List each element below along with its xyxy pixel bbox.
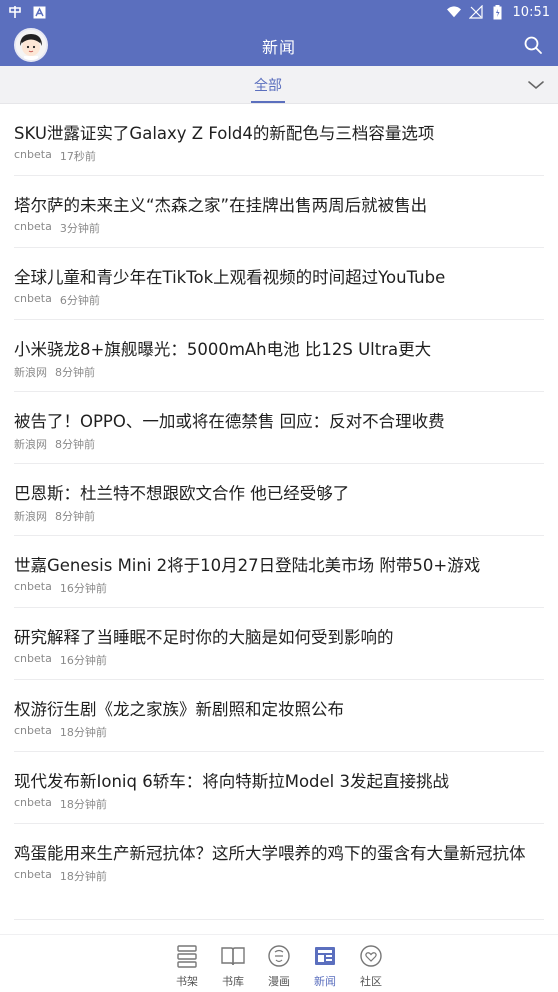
nav-label: 社区	[360, 975, 382, 988]
page-title: 新闻	[261, 38, 296, 57]
news-source: cnbeta	[14, 724, 52, 737]
news-time: 8分钟前	[55, 366, 95, 379]
news-title: 研究解释了当睡眠不足时你的大脑是如何受到影响的	[14, 628, 394, 647]
news-item[interactable]: 全球儿童和青少年在TikTok上观看视频的时间超过YouTube cnbeta …	[14, 248, 544, 320]
newspaper-icon	[315, 947, 335, 965]
tab-active-indicator	[251, 101, 285, 103]
news-meta: cnbeta 18分钟前	[14, 724, 544, 740]
news-list: SKU泄露证实了Galaxy Z Fold4的新配色与三档容量选项 cnbeta…	[0, 104, 558, 920]
app-bar: 新闻	[0, 24, 558, 66]
news-item[interactable]: SKU泄露证实了Galaxy Z Fold4的新配色与三档容量选项 cnbeta…	[14, 104, 544, 176]
bookshelf-icon	[177, 945, 197, 968]
news-title: SKU泄露证实了Galaxy Z Fold4的新配色与三档容量选项	[14, 124, 435, 143]
news-time: 18分钟前	[59, 870, 107, 883]
news-meta: 新浪网 8分钟前	[14, 436, 544, 452]
status-time: 10:51	[512, 4, 550, 20]
news-meta: cnbeta 3分钟前	[14, 220, 544, 236]
news-title: 巴恩斯：杜兰特不想跟欧文合作 他已经受够了	[14, 484, 350, 503]
a-notification-icon	[32, 5, 46, 19]
news-item[interactable]: 权游衍生剧《龙之家族》新剧照和定妆照公布 cnbeta 18分钟前	[14, 680, 544, 752]
nav-label: 书库	[222, 975, 244, 988]
open-book-icon	[221, 947, 245, 966]
expand-categories-button[interactable]	[526, 76, 546, 94]
news-source: cnbeta	[14, 652, 52, 665]
news-time: 16分钟前	[59, 654, 107, 667]
news-time: 3分钟前	[59, 222, 100, 235]
news-time: 8分钟前	[55, 510, 95, 523]
news-source: cnbeta	[14, 868, 52, 881]
nav-item-library[interactable]: 书库	[213, 943, 253, 992]
nav-label: 漫画	[268, 975, 290, 988]
news-title: 现代发布新Ioniq 6轿车：将向特斯拉Model 3发起直接挑战	[14, 772, 450, 791]
chevron-down-icon	[528, 81, 544, 90]
search-icon	[524, 36, 542, 54]
category-tab-strip: 全部	[0, 66, 558, 104]
community-heart-icon	[360, 945, 382, 967]
news-meta: cnbeta 17秒前	[14, 148, 544, 164]
news-item[interactable]: 塔尔萨的未来主义“杰森之家”在挂牌出售两周后就被售出 cnbeta 3分钟前	[14, 176, 544, 248]
app-notification-icon	[8, 5, 22, 19]
news-time: 8分钟前	[55, 438, 95, 451]
news-meta: cnbeta 16分钟前	[14, 580, 544, 596]
news-source: cnbeta	[14, 148, 52, 161]
no-signal-icon	[468, 5, 483, 19]
comic-icon	[268, 945, 290, 967]
nav-item-comic[interactable]: 漫画	[259, 943, 299, 992]
news-item[interactable]: 巴恩斯：杜兰特不想跟欧文合作 他已经受够了 新浪网 8分钟前	[14, 464, 544, 536]
news-source: 新浪网	[14, 366, 47, 379]
news-time: 16分钟前	[59, 582, 107, 595]
news-time: 18分钟前	[59, 726, 107, 739]
news-title: 世嘉Genesis Mini 2将于10月27日登陆北美市场 附带50+游戏	[14, 556, 481, 575]
news-time: 6分钟前	[59, 294, 100, 307]
news-meta: 新浪网 8分钟前	[14, 364, 544, 380]
nav-item-community[interactable]: 社区	[351, 943, 391, 992]
news-item[interactable]: 现代发布新Ioniq 6轿车：将向特斯拉Model 3发起直接挑战 cnbeta…	[14, 752, 544, 824]
news-source: 新浪网	[14, 438, 47, 451]
news-item[interactable]: 研究解释了当睡眠不足时你的大脑是如何受到影响的 cnbeta 16分钟前	[14, 608, 544, 680]
news-source: cnbeta	[14, 220, 52, 233]
news-meta: 新浪网 8分钟前	[14, 508, 544, 524]
news-title: 塔尔萨的未来主义“杰森之家”在挂牌出售两周后就被售出	[14, 196, 428, 215]
news-source: cnbeta	[14, 292, 52, 305]
news-title: 小米骁龙8+旗舰曝光：5000mAh电池 比12S Ultra更大	[14, 340, 432, 359]
news-meta: cnbeta 6分钟前	[14, 292, 544, 308]
news-source: cnbeta	[14, 796, 52, 809]
nav-item-bookshelf[interactable]: 书架	[167, 943, 207, 992]
status-left	[8, 5, 46, 19]
status-bar: 10:51	[0, 0, 558, 24]
news-time: 17秒前	[59, 150, 96, 163]
news-title: 全球儿童和青少年在TikTok上观看视频的时间超过YouTube	[14, 268, 446, 287]
news-meta: cnbeta 16分钟前	[14, 652, 544, 668]
status-right: 10:51	[446, 4, 550, 20]
news-title: 被告了！OPPO、一加或将在德禁售 回应：反对不合理收费	[14, 412, 445, 431]
news-item[interactable]: 世嘉Genesis Mini 2将于10月27日登陆北美市场 附带50+游戏 c…	[14, 536, 544, 608]
news-title: 权游衍生剧《龙之家族》新剧照和定妆照公布	[14, 700, 344, 719]
wifi-icon	[446, 5, 461, 19]
news-time: 18分钟前	[59, 798, 107, 811]
news-item[interactable]: 小米骁龙8+旗舰曝光：5000mAh电池 比12S Ultra更大 新浪网 8分…	[14, 320, 544, 392]
news-source: 新浪网	[14, 510, 47, 523]
news-source: cnbeta	[14, 580, 52, 593]
news-item[interactable]: 被告了！OPPO、一加或将在德禁售 回应：反对不合理收费 新浪网 8分钟前	[14, 392, 544, 464]
nav-label: 新闻	[314, 975, 336, 988]
search-button[interactable]	[522, 34, 544, 56]
nav-item-news[interactable]: 新闻	[305, 943, 345, 992]
battery-charging-icon	[491, 4, 505, 19]
news-title: 鸡蛋能用来生产新冠抗体？这所大学喂养的鸡下的蛋含有大量新冠抗体	[14, 844, 526, 863]
tab-all[interactable]: 全部	[251, 66, 285, 104]
news-meta: cnbeta 18分钟前	[14, 796, 544, 812]
bottom-nav: 书架 书库 漫画 新闻 社区	[0, 934, 558, 992]
news-meta: cnbeta 18分钟前	[14, 868, 544, 884]
news-item[interactable]: 鸡蛋能用来生产新冠抗体？这所大学喂养的鸡下的蛋含有大量新冠抗体 cnbeta 1…	[14, 824, 544, 920]
nav-label: 书架	[176, 975, 198, 988]
